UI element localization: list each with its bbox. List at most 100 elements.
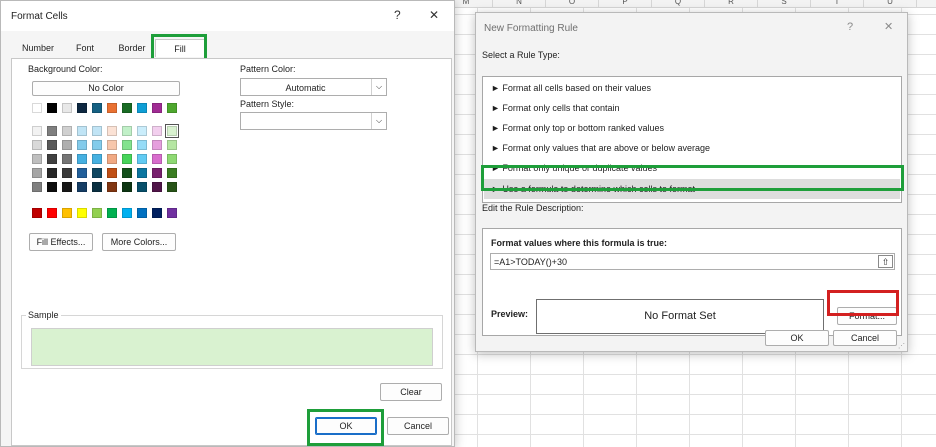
tab-border[interactable]: Border (111, 39, 153, 57)
theme-color-swatch[interactable] (122, 103, 132, 113)
standard-color-swatch[interactable] (137, 208, 147, 218)
theme-tint-swatch[interactable] (152, 140, 162, 150)
column-header-u[interactable]: U (864, 0, 917, 8)
help-button[interactable]: ? (847, 21, 853, 33)
theme-tint-swatch[interactable] (62, 126, 72, 136)
column-header-o[interactable]: O (546, 0, 599, 8)
column-header-r[interactable]: R (705, 0, 758, 8)
help-button[interactable]: ? (394, 8, 401, 22)
ok-button[interactable]: OK (765, 330, 829, 346)
theme-tint-swatch[interactable] (62, 140, 72, 150)
theme-color-swatch[interactable] (92, 103, 102, 113)
theme-tint-swatch[interactable] (122, 168, 132, 178)
theme-color-swatch[interactable] (167, 103, 177, 113)
standard-color-swatch[interactable] (62, 208, 72, 218)
theme-tint-swatch[interactable] (32, 182, 42, 192)
theme-tint-swatch[interactable] (167, 182, 177, 192)
theme-color-swatch[interactable] (152, 103, 162, 113)
theme-tint-swatch[interactable] (77, 182, 87, 192)
theme-tint-swatch[interactable] (32, 168, 42, 178)
theme-tint-swatch[interactable] (107, 154, 117, 164)
no-color-button[interactable]: No Color (32, 81, 180, 96)
theme-color-swatch[interactable] (32, 103, 42, 113)
theme-tint-swatch[interactable] (167, 154, 177, 164)
theme-tint-swatch[interactable] (77, 140, 87, 150)
theme-tint-swatch[interactable] (122, 140, 132, 150)
close-icon[interactable]: ✕ (884, 20, 893, 33)
cancel-button[interactable]: Cancel (833, 330, 897, 346)
theme-tint-swatch[interactable] (152, 154, 162, 164)
theme-color-swatch[interactable] (62, 103, 72, 113)
standard-color-swatch[interactable] (77, 208, 87, 218)
theme-tint-swatch[interactable] (77, 154, 87, 164)
column-header-s[interactable]: S (758, 0, 811, 8)
theme-tint-swatch[interactable] (47, 140, 57, 150)
more-colors-button[interactable]: More Colors... (102, 233, 176, 251)
column-header-n[interactable]: N (493, 0, 546, 8)
theme-color-swatch[interactable] (107, 103, 117, 113)
standard-color-swatch[interactable] (92, 208, 102, 218)
collapse-dialog-icon[interactable]: ⇧ (878, 255, 893, 268)
rule-type-item[interactable]: ► Format only cells that contain (484, 98, 900, 118)
theme-tint-swatch[interactable] (122, 182, 132, 192)
theme-tint-swatch[interactable] (167, 168, 177, 178)
theme-tint-swatch[interactable] (32, 140, 42, 150)
theme-tint-swatch[interactable] (137, 140, 147, 150)
theme-tint-swatch[interactable] (137, 182, 147, 192)
column-header-p[interactable]: P (599, 0, 652, 8)
theme-tint-swatch[interactable] (47, 182, 57, 192)
standard-color-swatch[interactable] (167, 208, 177, 218)
rule-type-item[interactable]: ► Format all cells based on their values (484, 78, 900, 98)
cancel-button[interactable]: Cancel (387, 417, 449, 435)
theme-tint-swatch[interactable] (77, 168, 87, 178)
theme-tint-swatch[interactable] (165, 124, 179, 138)
pattern-color-dropdown[interactable]: Automatic ⌵ (240, 78, 387, 96)
standard-color-swatch[interactable] (152, 208, 162, 218)
rule-type-item[interactable]: ► Format only top or bottom ranked value… (484, 118, 900, 138)
theme-tint-swatch[interactable] (152, 182, 162, 192)
theme-color-swatch[interactable] (77, 103, 87, 113)
theme-tint-swatch[interactable] (62, 182, 72, 192)
theme-color-swatch[interactable] (47, 103, 57, 113)
theme-tint-swatch[interactable] (77, 126, 87, 136)
theme-tint-swatch[interactable] (152, 168, 162, 178)
rule-type-item[interactable]: ► Format only values that are above or b… (484, 138, 900, 158)
theme-tint-swatch[interactable] (107, 182, 117, 192)
theme-color-swatch[interactable] (137, 103, 147, 113)
theme-tint-swatch[interactable] (137, 126, 147, 136)
theme-tint-swatch[interactable] (92, 140, 102, 150)
standard-color-swatch[interactable] (107, 208, 117, 218)
theme-tint-swatch[interactable] (107, 168, 117, 178)
theme-tint-swatch[interactable] (47, 126, 57, 136)
theme-tint-swatch[interactable] (47, 168, 57, 178)
column-header-t[interactable]: T (811, 0, 864, 8)
theme-tint-swatch[interactable] (122, 126, 132, 136)
theme-tint-swatch[interactable] (137, 154, 147, 164)
theme-tint-swatch[interactable] (92, 182, 102, 192)
theme-tint-swatch[interactable] (107, 126, 117, 136)
resize-grip-icon[interactable]: ⋰ (898, 342, 905, 350)
theme-tint-swatch[interactable] (122, 154, 132, 164)
theme-tint-swatch[interactable] (62, 168, 72, 178)
standard-color-swatch[interactable] (122, 208, 132, 218)
theme-tint-swatch[interactable] (92, 168, 102, 178)
pattern-style-dropdown[interactable]: ⌵ (240, 112, 387, 130)
tab-font[interactable]: Font (65, 39, 105, 57)
formula-input[interactable]: =A1>TODAY()+30 ⇧ (490, 253, 895, 270)
theme-tint-swatch[interactable] (152, 126, 162, 136)
tab-number[interactable]: Number (15, 39, 61, 57)
theme-tint-swatch[interactable] (92, 154, 102, 164)
theme-tint-swatch[interactable] (107, 140, 117, 150)
standard-color-swatch[interactable] (32, 208, 42, 218)
column-header-q[interactable]: Q (652, 0, 705, 8)
theme-tint-swatch[interactable] (47, 154, 57, 164)
theme-tint-swatch[interactable] (32, 126, 42, 136)
standard-color-swatch[interactable] (47, 208, 57, 218)
clear-button[interactable]: Clear (380, 383, 442, 401)
theme-tint-swatch[interactable] (92, 126, 102, 136)
theme-tint-swatch[interactable] (32, 154, 42, 164)
theme-tint-swatch[interactable] (62, 154, 72, 164)
fill-effects-button[interactable]: Fill Effects... (29, 233, 93, 251)
theme-tint-swatch[interactable] (137, 168, 147, 178)
theme-tint-swatch[interactable] (167, 140, 177, 150)
